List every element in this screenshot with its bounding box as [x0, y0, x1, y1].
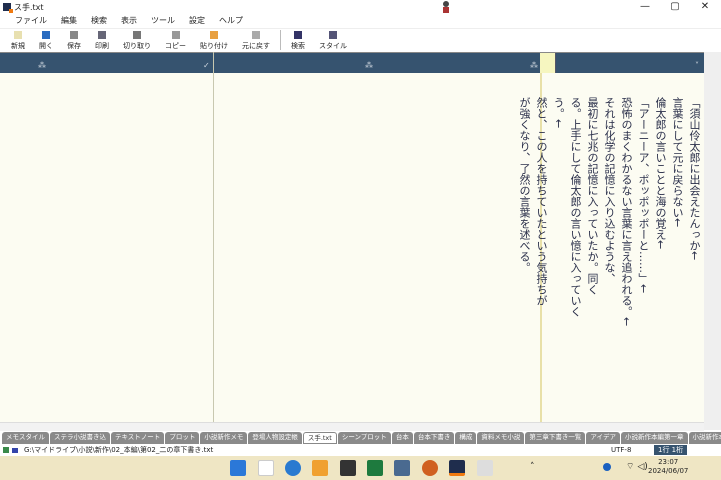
wifi-volume-icon[interactable]: ⌔ ◁): [626, 461, 648, 472]
paste-icon: [210, 31, 218, 39]
chevron-down-icon[interactable]: ˅: [695, 61, 699, 70]
document-tab[interactable]: アイデア: [586, 432, 620, 444]
app-icon: [3, 3, 13, 13]
menu-file[interactable]: ファイル: [8, 14, 54, 27]
toolbar-label: 元に戻す: [242, 42, 270, 50]
menu-tools[interactable]: ツール: [144, 14, 182, 27]
toolbar-button-7[interactable]: 元に戻す: [235, 29, 277, 51]
editor-taskbar-icon[interactable]: [449, 460, 465, 476]
pane-header: ⁂ ✓ ⁂ ⁂ ˅: [0, 52, 704, 73]
document-tab[interactable]: プロット: [165, 432, 200, 444]
mascot-icon: [443, 1, 449, 13]
toolbar-label: 開く: [39, 42, 53, 50]
onedrive-icon[interactable]: [603, 463, 611, 471]
pane-marker-icon: ⁂: [530, 61, 538, 70]
save-icon: [70, 31, 78, 39]
pane-marker-icon: ✓: [203, 61, 210, 70]
toolbar-button-6[interactable]: 貼り付け: [193, 29, 235, 51]
toolbar-button-2[interactable]: 保存: [60, 29, 88, 51]
vertical-scrollbar[interactable]: [704, 52, 721, 430]
encoding[interactable]: UTF-8: [608, 445, 634, 455]
copy-icon: [171, 31, 180, 39]
document-tab[interactable]: 台本下書き: [413, 432, 455, 444]
undo-icon: [252, 31, 260, 39]
clock[interactable]: 23:07 2024/06/07: [648, 458, 688, 476]
excel-icon[interactable]: [367, 460, 383, 476]
taskbar: ˄ ⌔ ◁): [0, 456, 721, 480]
menu-help[interactable]: ヘルプ: [212, 14, 250, 27]
toolbar: 新規 開く 保存 印刷 切り取り コピー 貼り付け 元に戻す 検索 スタイル: [0, 28, 721, 51]
vertical-text-content[interactable]: 「須山伶太郎に出会えたんっか← 言葉にして元に戻らない← 倫太郎の言いことと海の…: [516, 97, 703, 417]
app-icon[interactable]: [477, 460, 493, 476]
menu-bar: ファイル 編集 検索 表示 ツール 設定 ヘルプ: [0, 14, 721, 27]
app-icon[interactable]: [258, 460, 274, 476]
pane-marker-icon: ⁂: [365, 61, 373, 70]
cursor-position[interactable]: 1行 1桁: [654, 445, 688, 455]
document-tab[interactable]: 台本: [391, 432, 413, 444]
clock-date: 2024/06/07: [648, 467, 689, 475]
close-button[interactable]: ✕: [690, 1, 720, 13]
folder-icon[interactable]: [312, 460, 328, 476]
status-icon: [12, 448, 18, 453]
document-tab[interactable]: テキストノート: [111, 432, 165, 444]
toolbar-label: 印刷: [95, 42, 109, 50]
cursor-column-marker: [540, 53, 556, 73]
chevron-up-icon[interactable]: ˄: [530, 462, 535, 472]
toolbar-button-4[interactable]: 切り取り: [116, 29, 158, 51]
open-folder-icon: [42, 31, 50, 39]
toolbar-button-9[interactable]: スタイル: [312, 29, 354, 51]
horizontal-scrollbar[interactable]: [0, 422, 704, 431]
document-tab[interactable]: 小説新作メモ: [200, 432, 248, 444]
toolbar-label: コピー: [165, 42, 186, 50]
pane-marker-icon: ⁂: [38, 61, 46, 70]
cut-icon: [133, 31, 141, 39]
title-bar: ス手.txt — ▢ ✕: [0, 0, 721, 14]
app-icon[interactable]: [340, 460, 356, 476]
toolbar-label: 新規: [11, 42, 25, 50]
search-icon: [294, 31, 302, 39]
maximize-button[interactable]: ▢: [660, 1, 690, 13]
document-tab[interactable]: ステラ小説書き込: [50, 432, 110, 444]
clock-time: 23:07: [658, 458, 679, 466]
window-title: ス手.txt: [14, 3, 44, 12]
start-icon[interactable]: [230, 460, 246, 476]
toolbar-label: 貼り付け: [200, 42, 228, 50]
app-icon[interactable]: [394, 460, 410, 476]
toolbar-label: 切り取り: [123, 42, 151, 50]
document-tab[interactable]: シーンプロット: [337, 432, 391, 444]
document-tab[interactable]: メモスタイル: [2, 432, 49, 444]
new-file-icon: [14, 31, 22, 39]
menu-search[interactable]: 検索: [84, 14, 114, 27]
document-tabs: メモスタイル ステラ小説書き込 テキストノート プロット 小説新作メモ 登場人物設定帳 ス手…: [0, 431, 721, 444]
document-tab[interactable]: 小説新作本編第一章: [621, 432, 688, 444]
document-tab[interactable]: 登場人物設定帳: [248, 432, 302, 444]
app-icon[interactable]: [285, 460, 301, 476]
document-tab[interactable]: 第三章下書き一覧: [525, 432, 586, 444]
browser-icon[interactable]: [422, 460, 438, 476]
toolbar-label: 検索: [291, 42, 305, 50]
toolbar-label: 保存: [67, 42, 81, 50]
minimize-button[interactable]: —: [630, 1, 660, 13]
menu-edit[interactable]: 編集: [54, 14, 84, 27]
file-path: G:\マイドライブ\小説\新作\02_本編\第02_二の章下書き.txt: [24, 446, 214, 454]
toolbar-button-0[interactable]: 新規: [4, 29, 32, 51]
document-tab[interactable]: 構成: [455, 432, 477, 444]
menu-view[interactable]: 表示: [114, 14, 144, 27]
print-icon: [98, 31, 106, 39]
toolbar-button-8[interactable]: 検索: [284, 29, 312, 51]
toolbar-button-3[interactable]: 印刷: [88, 29, 116, 51]
document-tab[interactable]: ス手.txt: [302, 432, 337, 444]
toolbar-label: スタイル: [319, 42, 347, 50]
toolbar-separator: [280, 30, 281, 50]
style-icon: [329, 31, 337, 39]
document-tab[interactable]: 資料メモ小説: [477, 432, 525, 444]
status-icon: [3, 447, 9, 453]
toolbar-button-1[interactable]: 開く: [32, 29, 60, 51]
menu-settings[interactable]: 設定: [182, 14, 212, 27]
status-bar: G:\マイドライブ\小説\新作\02_本編\第02_二の章下書き.txt UTF…: [0, 444, 721, 456]
pane-divider[interactable]: [213, 52, 214, 422]
toolbar-button-5[interactable]: コピー: [158, 29, 193, 51]
document-tab[interactable]: 小説新作本編第二章: [688, 432, 721, 444]
